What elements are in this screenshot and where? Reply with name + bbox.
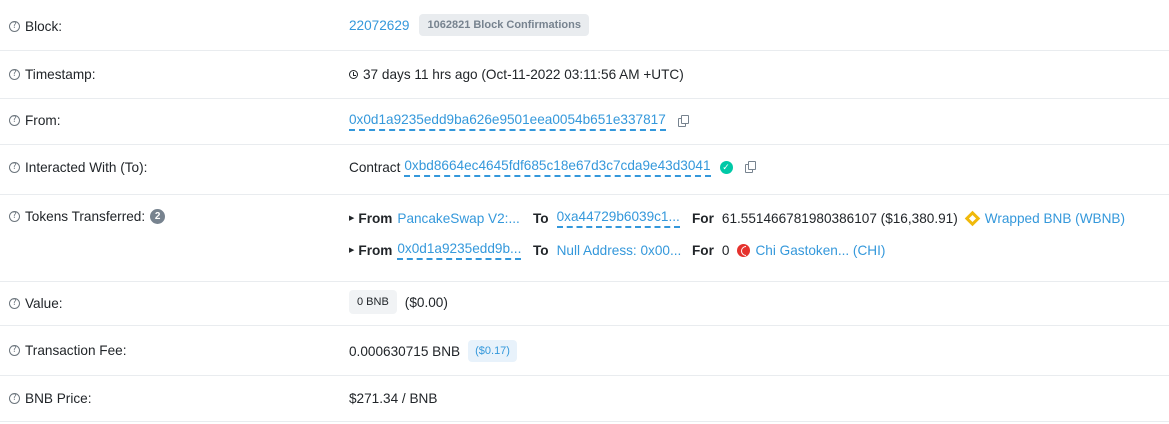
- caret-right-icon: ▶: [349, 247, 355, 254]
- question-circle-icon[interactable]: ?: [9, 298, 20, 309]
- contract-prefix: Contract: [349, 160, 401, 175]
- timestamp-value: 37 days 11 hrs ago (Oct-11-2022 03:11:56…: [349, 67, 684, 82]
- transfer-amount: 61.551466781980386107 ($16,380.91): [721, 210, 958, 226]
- transfer-to-link[interactable]: 0xa44729b6039c1...: [556, 209, 680, 228]
- interacted-label: ? Interacted With (To):: [9, 160, 147, 175]
- timestamp-label: ? Timestamp:: [9, 67, 96, 82]
- question-circle-icon[interactable]: ?: [9, 69, 20, 80]
- token-transfer-row: ▶ From PancakeSwap V2:... To 0xa44729b60…: [349, 208, 1126, 228]
- value-label: ? Value:: [9, 296, 63, 311]
- interacted-value: Contract 0xbd8664ec4645fdf685c18e67d3c7c…: [349, 158, 756, 177]
- row-interacted-with: ? Interacted With (To): Contract 0xbd866…: [0, 145, 1169, 195]
- from-label: ? From:: [9, 113, 61, 128]
- copy-icon[interactable]: [677, 115, 689, 128]
- row-from: ? From: 0x0d1a9235edd9ba626e9501eea0054b…: [0, 99, 1169, 145]
- tokens-count-badge: 2: [150, 209, 166, 224]
- from-address-link[interactable]: 0x0d1a9235edd9ba626e9501eea0054b651e3378…: [349, 112, 666, 131]
- check-circle-icon: ✓: [719, 161, 733, 174]
- chi-token-icon: [737, 243, 751, 257]
- token-link[interactable]: Wrapped BNB (WBNB): [985, 211, 1125, 226]
- bnb-token-icon: [964, 210, 981, 226]
- caret-right-icon: ▶: [349, 215, 355, 222]
- transfer-to-link[interactable]: Null Address: 0x00...: [557, 243, 682, 258]
- row-bnb-price: ? BNB Price: $271.34 / BNB: [0, 376, 1169, 422]
- row-transaction-fee: ? Transaction Fee: 0.000630715 BNB ($0.1…: [0, 326, 1169, 376]
- fee-value: 0.000630715 BNB ($0.17): [349, 340, 517, 362]
- row-block: ? Block: 22072629 1062821 Block Confirma…: [0, 0, 1169, 51]
- transfer-amount: 0: [721, 242, 730, 258]
- question-circle-icon[interactable]: ?: [9, 211, 20, 222]
- question-circle-icon[interactable]: ?: [9, 21, 20, 32]
- value-value: 0 BNB ($0.00): [349, 290, 448, 314]
- price-value: $271.34 / BNB: [349, 391, 438, 406]
- contract-address-link[interactable]: 0xbd8664ec4645fdf685c18e67d3c7cda9e43d30…: [404, 158, 711, 177]
- question-circle-icon[interactable]: ?: [9, 345, 20, 356]
- clock-icon: [349, 70, 358, 79]
- question-circle-icon[interactable]: ?: [9, 162, 20, 173]
- transfer-from-link[interactable]: 0x0d1a9235edd9b...: [397, 241, 522, 260]
- question-circle-icon[interactable]: ?: [9, 115, 20, 126]
- block-number-link[interactable]: 22072629: [349, 18, 409, 33]
- value-amount-badge: 0 BNB: [349, 290, 397, 314]
- transfer-from-link[interactable]: PancakeSwap V2:...: [397, 211, 519, 226]
- tokens-label: ? Tokens Transferred: 2: [9, 209, 166, 224]
- fee-amount: 0.000630715 BNB: [349, 343, 461, 359]
- block-value: 22072629 1062821 Block Confirmations: [349, 14, 589, 36]
- price-label: ? BNB Price:: [9, 391, 91, 406]
- fee-label: ? Transaction Fee:: [9, 343, 127, 358]
- block-label: ? Block:: [9, 19, 62, 34]
- question-circle-icon[interactable]: ?: [9, 393, 20, 404]
- transaction-overview: ? Block: 22072629 1062821 Block Confirma…: [0, 0, 1169, 424]
- row-tokens-transferred: ? Tokens Transferred: 2 ▶ From PancakeSw…: [0, 195, 1169, 282]
- value-usd: ($0.00): [404, 294, 448, 310]
- token-transfer-row: ▶ From 0x0d1a9235edd9b... To Null Addres…: [349, 240, 886, 260]
- from-value: 0x0d1a9235edd9ba626e9501eea0054b651e3378…: [349, 112, 689, 131]
- row-timestamp: ? Timestamp: 37 days 11 hrs ago (Oct-11-…: [0, 51, 1169, 99]
- fee-usd-badge: ($0.17): [468, 340, 517, 362]
- token-link[interactable]: Chi Gastoken... (CHI): [755, 243, 885, 258]
- block-confirmations-badge: 1062821 Block Confirmations: [419, 14, 589, 36]
- row-value: ? Value: 0 BNB ($0.00): [0, 282, 1169, 326]
- copy-icon[interactable]: [744, 161, 756, 174]
